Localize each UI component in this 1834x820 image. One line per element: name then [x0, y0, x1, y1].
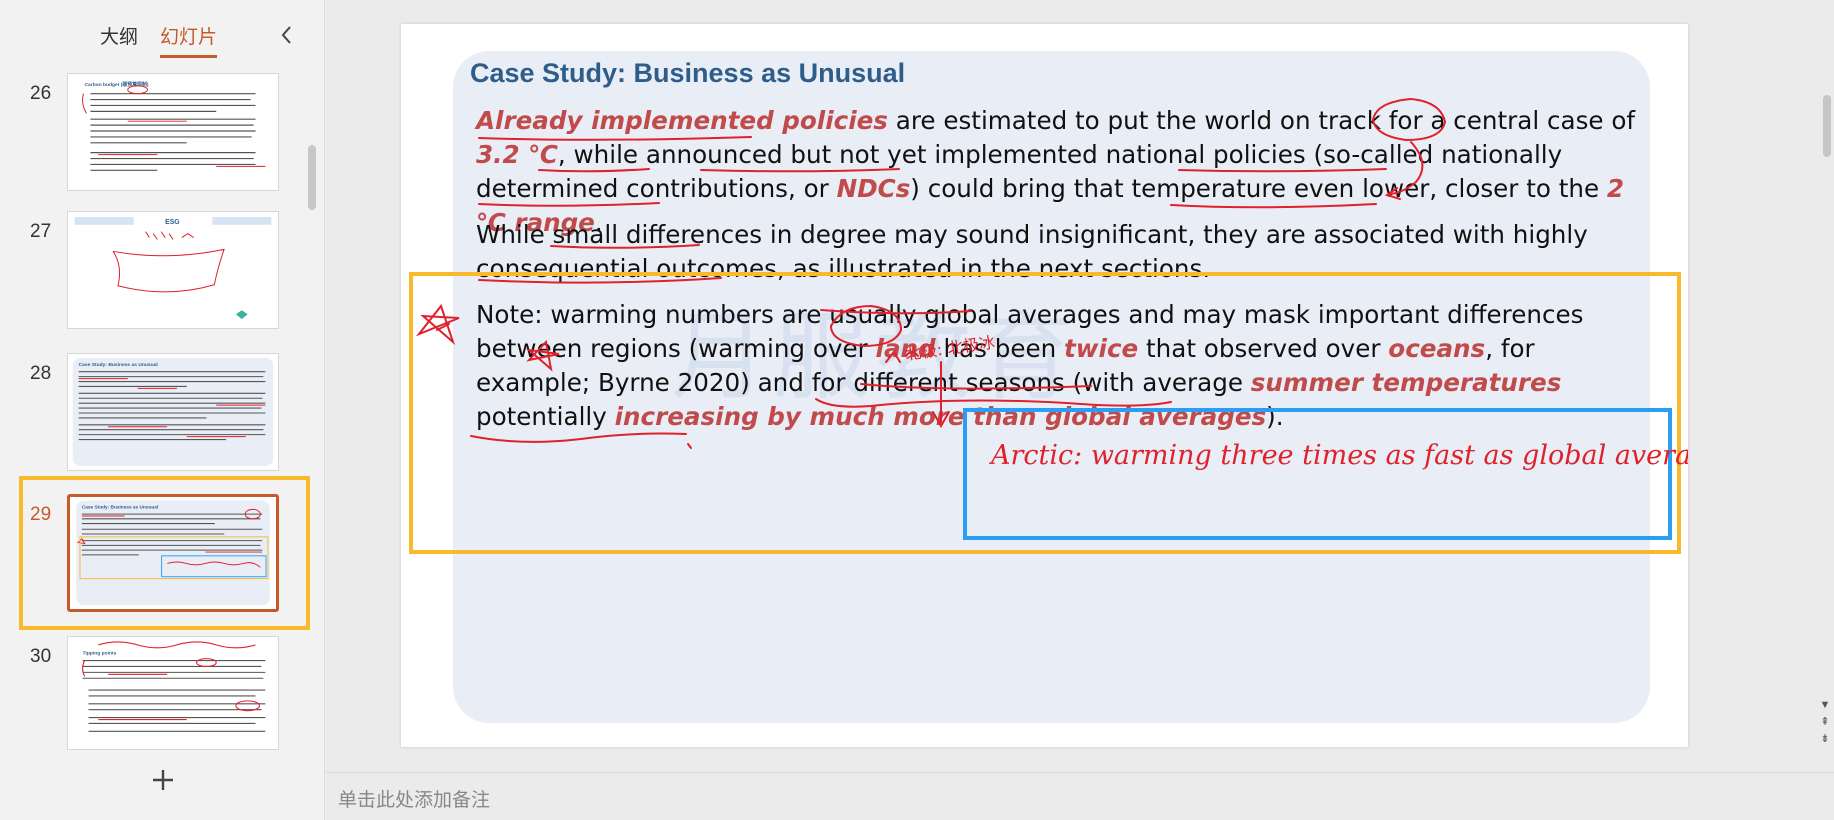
page-down-icon[interactable]: ⇟: [1819, 731, 1831, 748]
editor-scrollbar-thumb[interactable]: [1823, 95, 1831, 157]
thumbnail-row-selected[interactable]: 29 Case Study: Business as Unusual: [0, 476, 320, 630]
notes-placeholder[interactable]: 单击此处添加备注: [338, 785, 490, 812]
emphasis-text: 3.2 ℃: [476, 140, 558, 169]
scroll-down-arrow-icon[interactable]: ▼: [1819, 697, 1831, 714]
emphasis-text: summer temperatures: [1250, 368, 1562, 397]
emphasis-text: Already implemented policies: [476, 106, 888, 135]
body-text: ) could bring that temperature even lowe…: [910, 174, 1607, 203]
emphasis-text: NDCs: [836, 174, 911, 203]
tab-slides[interactable]: 幻灯片: [160, 22, 218, 58]
thumbnail-title: Carbon budget (碳预算限制): [85, 81, 149, 88]
thumbnail-row[interactable]: 26 Carbon budget (碳预算限制): [0, 73, 320, 198]
body-text: has been: [935, 334, 1065, 363]
body-text: that observed over: [1138, 334, 1389, 363]
body-text: ).: [1266, 402, 1284, 431]
emphasis-text: twice: [1064, 334, 1139, 363]
thumbnail-title: Case Study: Business as Unusual: [82, 504, 158, 510]
slide-number: 26: [30, 83, 52, 104]
slide-title[interactable]: Case Study: Business as Unusual: [470, 58, 905, 89]
panel-tabs: 大纲 幻灯片: [100, 22, 218, 58]
slide-panel: 大纲 幻灯片 26 Carbon budget (碳预算限制) 27 ESG 2…: [0, 0, 325, 820]
plus-icon: [153, 770, 173, 790]
thumbnail-title: Tipping points: [83, 651, 117, 657]
thumbnail-row[interactable]: 28 Case Study: Business as Unusual: [0, 353, 320, 478]
thumbnail-row[interactable]: 27 ESG: [0, 211, 320, 336]
slide-number: 27: [30, 221, 52, 242]
editor-area: 月服教育 Case Study: Business as Unusual Alr…: [326, 0, 1834, 820]
paragraph-note[interactable]: Note: warming numbers are usually global…: [476, 298, 1636, 434]
thumbnail-title: ESG: [165, 219, 180, 226]
slide-number: 29: [30, 504, 52, 525]
thumbnail-row[interactable]: 30 Tipping points: [0, 636, 320, 761]
tab-outline[interactable]: 大纲: [100, 22, 138, 58]
slide-thumbnail[interactable]: Carbon budget (碳预算限制): [67, 73, 279, 191]
emphasis-text: land: [875, 334, 936, 363]
scroll-controls: ▼ ⇞ ⇟: [1819, 697, 1831, 748]
slide-thumbnail[interactable]: Case Study: Business as Unusual: [67, 494, 279, 612]
thumbnail-title: Case Study: Business as Unusual: [79, 362, 159, 368]
body-text: are estimated to put the world on track …: [887, 106, 1636, 135]
slide-thumbnail[interactable]: Case Study: Business as Unusual: [67, 353, 279, 471]
page-up-icon[interactable]: ⇞: [1819, 714, 1831, 731]
slide-number: 30: [30, 646, 52, 667]
emphasis-text: increasing by much more than global aver…: [614, 402, 1267, 431]
paragraph-differences[interactable]: While small differences in degree may so…: [476, 218, 1636, 286]
slide-thumbnail[interactable]: ESG: [67, 211, 279, 329]
notes-pane[interactable]: 单击此处添加备注: [326, 772, 1834, 820]
add-slide-button[interactable]: [148, 765, 178, 795]
slide-canvas[interactable]: 月服教育 Case Study: Business as Unusual Alr…: [401, 24, 1688, 747]
emphasis-text: oceans: [1388, 334, 1486, 363]
body-text: potentially: [476, 402, 615, 431]
editor-scrollbar[interactable]: [1820, 95, 1834, 165]
chevron-left-icon[interactable]: [278, 24, 296, 46]
slide-thumbnail[interactable]: Tipping points: [67, 636, 279, 750]
slide-number: 28: [30, 363, 52, 384]
